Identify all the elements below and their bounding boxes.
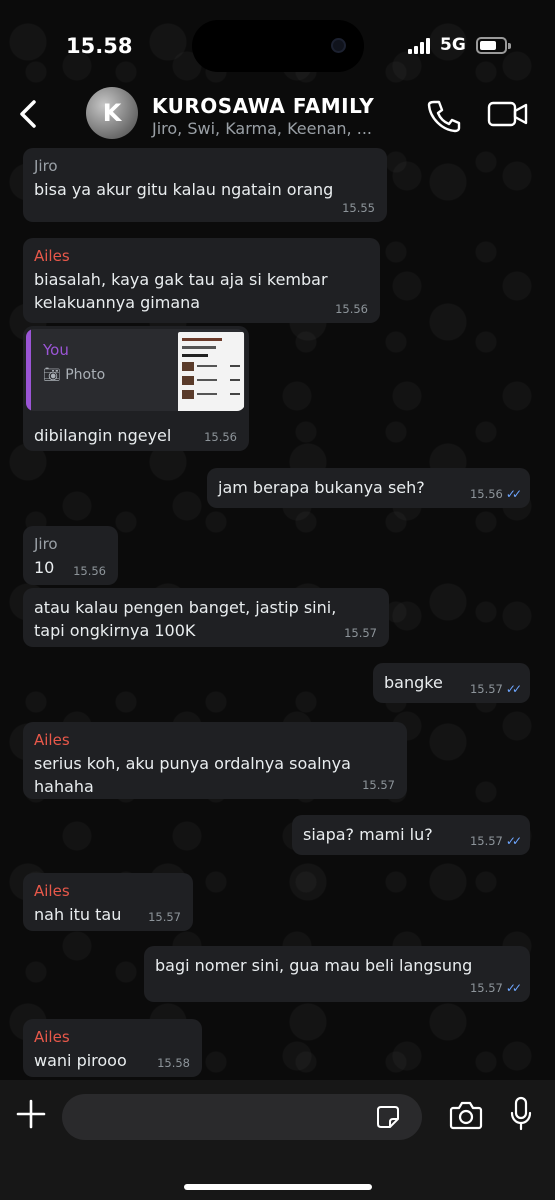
home-indicator[interactable] [184, 1184, 372, 1190]
status-time: 15.58 [66, 34, 133, 58]
chat-title[interactable]: KUROSAWA FAMILY [152, 94, 374, 118]
message-bubble[interactable]: Ailes wani pirooo 15.58 [23, 1019, 202, 1077]
camera-icon: 📷︎ [43, 367, 66, 383]
message-text: atau kalau pengen banget, jastip sini, [34, 598, 337, 617]
message-sender: Ailes [34, 1028, 70, 1046]
message-time: 15.58 [157, 1056, 190, 1070]
message-time: 15.57 [148, 910, 181, 924]
message-time: 15.57 ✓✓ [469, 682, 522, 696]
message-time: 15.56 [73, 564, 106, 578]
photo-thumbnail [178, 332, 244, 411]
voice-call-button[interactable] [424, 96, 462, 134]
message-text: dibilangin ngeyel [34, 426, 172, 445]
message-time: 15.56 [204, 430, 237, 444]
message-time: 15.57 [344, 626, 377, 640]
signal-icon [408, 38, 434, 54]
message-text: serius koh, aku punya ordalnya soalnya [34, 754, 351, 773]
message-text: biasalah, kaya gak tau aja si kembar [34, 270, 328, 289]
message-bubble[interactable]: jam berapa bukanya seh? 15.56 ✓✓ [207, 468, 530, 508]
read-receipt-icon: ✓✓ [505, 981, 522, 995]
quoted-type-label: Photo [65, 367, 106, 383]
message-text: kelakuannya gimana [34, 293, 201, 312]
message-sender: Ailes [34, 247, 70, 265]
message-time: 15.56 ✓✓ [469, 487, 522, 501]
quote-accent-bar [26, 329, 31, 411]
video-call-button[interactable] [487, 98, 529, 130]
message-bubble[interactable]: siapa? mami lu? 15.57 ✓✓ [292, 815, 530, 855]
message-time: 15.56 [335, 302, 368, 316]
dynamic-island [192, 20, 364, 72]
microphone-icon [510, 1096, 532, 1131]
chat-screen: 15.58 5G K KUROSAWA FAMILY Jiro, Swi, Ka… [0, 0, 555, 1200]
camera-icon [449, 1101, 483, 1130]
video-camera-icon [487, 101, 528, 127]
message-sender: Ailes [34, 882, 70, 900]
message-time-label: 15.57 [469, 981, 503, 995]
message-input[interactable] [62, 1094, 422, 1140]
camera-button[interactable] [449, 1100, 483, 1130]
quoted-reply[interactable]: You 📷︎ Photo [26, 329, 245, 411]
message-text: hahaha [34, 777, 94, 796]
attach-button[interactable] [14, 1097, 48, 1131]
message-time-label: 15.57 [469, 682, 503, 696]
chevron-left-icon [20, 100, 36, 128]
read-receipt-icon: ✓✓ [505, 487, 522, 501]
voice-note-button[interactable] [509, 1096, 533, 1132]
quoted-type: 📷︎ Photo [43, 367, 105, 383]
chat-members[interactable]: Jiro, Swi, Karma, Keenan, ... [152, 119, 372, 138]
message-sender: Ailes [34, 731, 70, 749]
message-time: 15.55 [342, 201, 375, 215]
status-bar: 15.58 5G [0, 0, 555, 90]
message-bubble[interactable]: bagi nomer sini, gua mau beli langsung 1… [144, 946, 530, 1002]
sticker-button[interactable] [376, 1105, 400, 1129]
message-bubble[interactable]: Ailes biasalah, kaya gak tau aja si kemb… [23, 238, 380, 323]
sticker-icon [377, 1106, 399, 1128]
plus-icon [16, 1099, 46, 1129]
message-time: 15.57 ✓✓ [469, 834, 522, 848]
message-time-label: 15.56 [469, 487, 503, 501]
message-time-label: 15.57 [469, 834, 503, 848]
message-bubble[interactable]: bangke 15.57 ✓✓ [373, 663, 530, 703]
chat-header: K KUROSAWA FAMILY Jiro, Swi, Karma, Keen… [0, 84, 555, 146]
composer-bar [0, 1080, 555, 1200]
message-time: 15.57 [362, 778, 395, 792]
message-sender: Jiro [34, 157, 58, 175]
message-text: tapi ongkirnya 100K [34, 621, 196, 640]
network-label: 5G [440, 35, 466, 55]
quoted-sender: You [43, 341, 69, 359]
message-text: bagi nomer sini, gua mau beli langsung [155, 956, 473, 975]
message-bubble[interactable]: Jiro 10 15.56 [23, 526, 118, 585]
message-time: 15.57 ✓✓ [469, 981, 522, 995]
phone-icon [427, 100, 461, 133]
message-bubble[interactable]: atau kalau pengen banget, jastip sini, t… [23, 588, 389, 647]
message-bubble[interactable]: You 📷︎ Photo dibilangin ngeyel 15.56 [23, 326, 249, 451]
message-sender: Jiro [34, 535, 58, 553]
message-text: bisa ya akur gitu kalau ngatain orang [34, 180, 334, 199]
message-bubble[interactable]: Ailes serius koh, aku punya ordalnya soa… [23, 722, 407, 799]
message-bubble[interactable]: Jiro bisa ya akur gitu kalau ngatain ora… [23, 148, 387, 222]
read-receipt-icon: ✓✓ [505, 682, 522, 696]
battery-icon [476, 37, 511, 54]
read-receipt-icon: ✓✓ [505, 834, 522, 848]
back-button[interactable] [10, 90, 50, 138]
group-avatar[interactable]: K [86, 87, 138, 139]
message-bubble[interactable]: Ailes nah itu tau 15.57 [23, 873, 193, 931]
